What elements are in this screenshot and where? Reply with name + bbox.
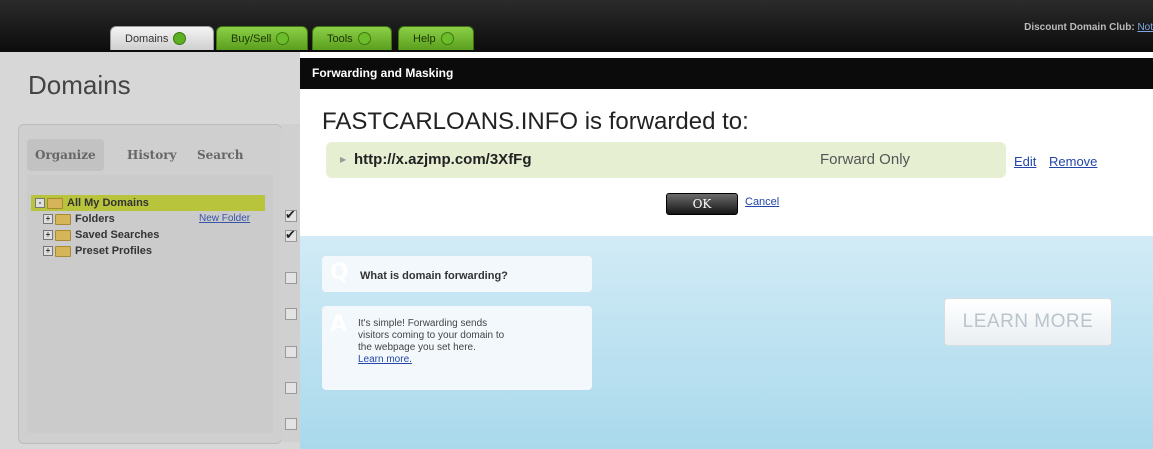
tab-buy-sell-label: Buy/Sell <box>231 33 272 45</box>
tree-item-label: Folders <box>75 213 115 225</box>
tab-history[interactable]: History <box>127 139 177 171</box>
row-checkbox[interactable] <box>285 227 297 243</box>
tab-dropdown-icon <box>357 31 371 45</box>
forwarding-modal: Forwarding and Masking FASTCARLOANS.INFO… <box>300 58 1153 449</box>
row-checkbox[interactable] <box>285 272 297 284</box>
discount-club-label: Discount Domain Club: <box>1024 22 1135 33</box>
answer-bubble: A It's simple! Forwarding sends visitors… <box>322 306 592 390</box>
row-checkbox[interactable] <box>285 308 297 320</box>
discount-club-link[interactable]: Not <box>1137 22 1153 33</box>
answer-line: visitors coming to your domain to <box>358 330 505 341</box>
row-checkbox[interactable] <box>285 207 297 223</box>
modal-title: FASTCARLOANS.INFO is forwarded to: <box>322 108 749 135</box>
folder-tree: - All My Domains + Folders New Folder + Sav… <box>27 175 273 433</box>
tab-tools-label: Tools <box>327 33 353 45</box>
question-icon: Q <box>330 260 349 285</box>
tree-item-folders[interactable]: + Folders New Folder <box>43 211 265 227</box>
tab-search[interactable]: Search <box>197 139 243 171</box>
answer-line: It's simple! Forwarding sends <box>358 318 488 329</box>
ok-button[interactable]: OK <box>666 193 738 215</box>
expand-icon[interactable]: + <box>43 214 53 225</box>
tab-tools[interactable]: Tools <box>312 26 392 50</box>
page-title: Domains <box>28 70 131 100</box>
folder-icon <box>47 197 63 209</box>
tree-item-preset-profiles[interactable]: + Preset Profiles <box>43 243 152 259</box>
sidebar-tabs: Organize History Search <box>27 133 273 173</box>
tree-item-all-my-domains[interactable]: - All My Domains <box>31 195 265 211</box>
expand-icon[interactable]: + <box>43 246 53 257</box>
answer-text: It's simple! Forwarding sends visitors c… <box>358 318 538 366</box>
forward-type: Forward Only <box>820 151 911 168</box>
discount-club: Discount Domain Club: Not <box>1024 22 1153 33</box>
tab-buy-sell[interactable]: Buy/Sell <box>216 26 308 50</box>
tree-item-label: All My Domains <box>67 197 149 209</box>
answer-icon: A <box>330 312 348 337</box>
domains-sidebar: Organize History Search - All My Domains … <box>18 124 282 444</box>
tab-dropdown-icon <box>276 31 290 45</box>
row-checkbox[interactable] <box>285 418 297 430</box>
question-text: What is domain forwarding? <box>360 270 508 282</box>
tab-dropdown-icon <box>173 31 187 45</box>
expand-arrow-icon[interactable]: ▶ <box>340 142 346 178</box>
folder-icon <box>55 245 71 257</box>
forward-url: http://x.azjmp.com/3XfFg <box>354 151 532 168</box>
cancel-link[interactable]: Cancel <box>745 196 779 208</box>
modal-header: Forwarding and Masking <box>300 58 1153 89</box>
remove-link[interactable]: Remove <box>1049 154 1097 169</box>
expand-icon[interactable]: - <box>35 198 45 209</box>
tab-help[interactable]: Help <box>398 26 474 50</box>
tab-domains-label: Domains <box>125 33 169 45</box>
question-bubble: Q What is domain forwarding? <box>322 256 592 292</box>
folder-icon <box>55 213 71 225</box>
top-nav-bar: Domains Buy/Sell Tools Help Discount Dom… <box>0 0 1153 52</box>
folder-icon <box>55 229 71 241</box>
expand-icon[interactable]: + <box>43 230 53 241</box>
tree-item-saved-searches[interactable]: + Saved Searches <box>43 227 159 243</box>
learn-more-button[interactable]: LEARN MORE <box>944 298 1112 346</box>
row-checkbox[interactable] <box>285 346 297 358</box>
forwarding-row[interactable]: ▶ http://x.azjmp.com/3XfFg Forward Only <box>326 142 1006 178</box>
help-panel: Q What is domain forwarding? A It's simp… <box>300 236 1153 449</box>
tab-organize[interactable]: Organize <box>27 139 104 171</box>
answer-line: the webpage you set here. <box>358 342 476 353</box>
tree-item-label: Preset Profiles <box>75 245 153 257</box>
new-folder-link[interactable]: New Folder <box>199 211 250 227</box>
domain-list-edge <box>281 124 300 442</box>
learn-more-link[interactable]: Learn more. <box>358 354 538 366</box>
edit-link[interactable]: Edit <box>1014 154 1036 169</box>
row-checkbox[interactable] <box>285 382 297 394</box>
tab-dropdown-icon <box>440 31 454 45</box>
tree-item-label: Saved Searches <box>75 229 160 241</box>
tab-help-label: Help <box>413 33 436 45</box>
page: Domains Buy/Sell Tools Help Discount Dom… <box>0 0 1153 449</box>
tab-domains[interactable]: Domains <box>110 26 214 50</box>
